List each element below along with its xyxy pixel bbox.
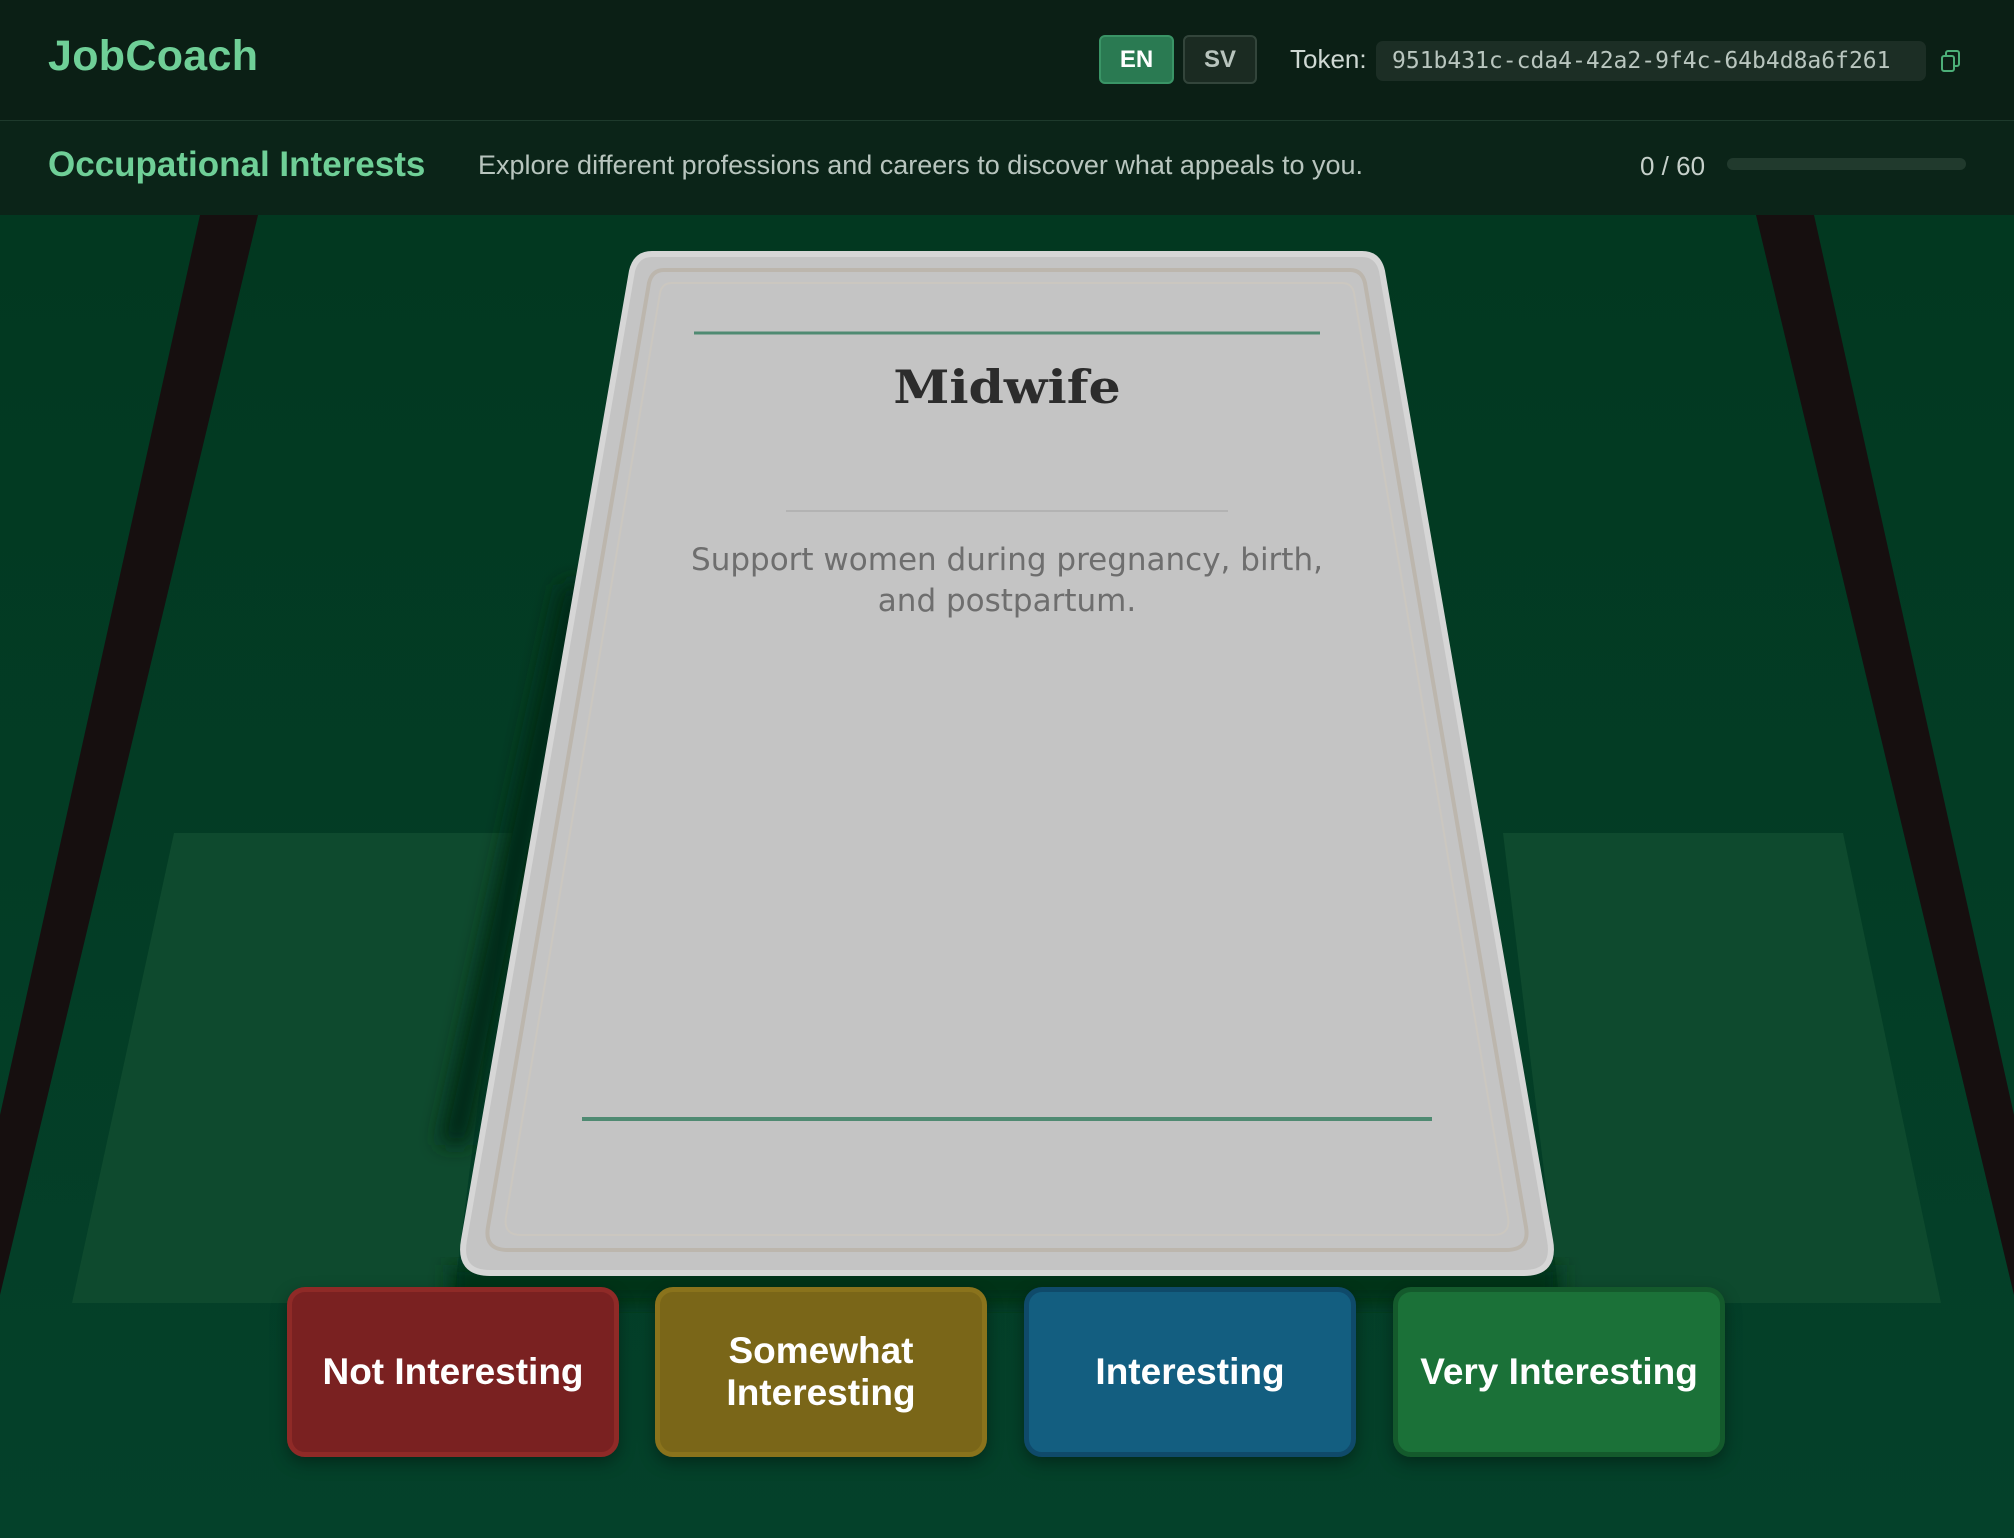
interesting-button[interactable]: Interesting: [1024, 1287, 1356, 1457]
not-interesting-button[interactable]: Not Interesting: [287, 1287, 619, 1457]
card-description: Support women during pregnancy, birth, a…: [691, 542, 1323, 619]
brand-logo[interactable]: JobCoach: [48, 32, 258, 81]
section-bar: Occupational Interests Explore different…: [0, 121, 2014, 215]
section-title: Occupational Interests: [48, 145, 426, 184]
token-text: 951b431c-cda4-42a2-9f4c-64b4d8a6f261: [1392, 48, 1891, 74]
language-en-button[interactable]: EN: [1099, 35, 1174, 84]
somewhat-interesting-button[interactable]: Somewhat Interesting: [655, 1287, 987, 1457]
copy-icon[interactable]: [1941, 50, 1961, 72]
language-sv-button[interactable]: SV: [1183, 35, 1257, 84]
very-interesting-button[interactable]: Very Interesting: [1393, 1287, 1725, 1457]
section-description: Explore different professions and career…: [478, 150, 1364, 180]
token-value[interactable]: 951b431c-cda4-42a2-9f4c-64b4d8a6f261: [1376, 41, 1926, 81]
progress-counter: 0 / 60: [1640, 151, 1706, 181]
progress-bar: [1727, 158, 1966, 170]
top-bar: JobCoach EN SV Token: 951b431c-cda4-42a2…: [0, 0, 2014, 121]
card-title: Midwife: [893, 360, 1121, 414]
token-label: Token:: [1290, 44, 1367, 74]
